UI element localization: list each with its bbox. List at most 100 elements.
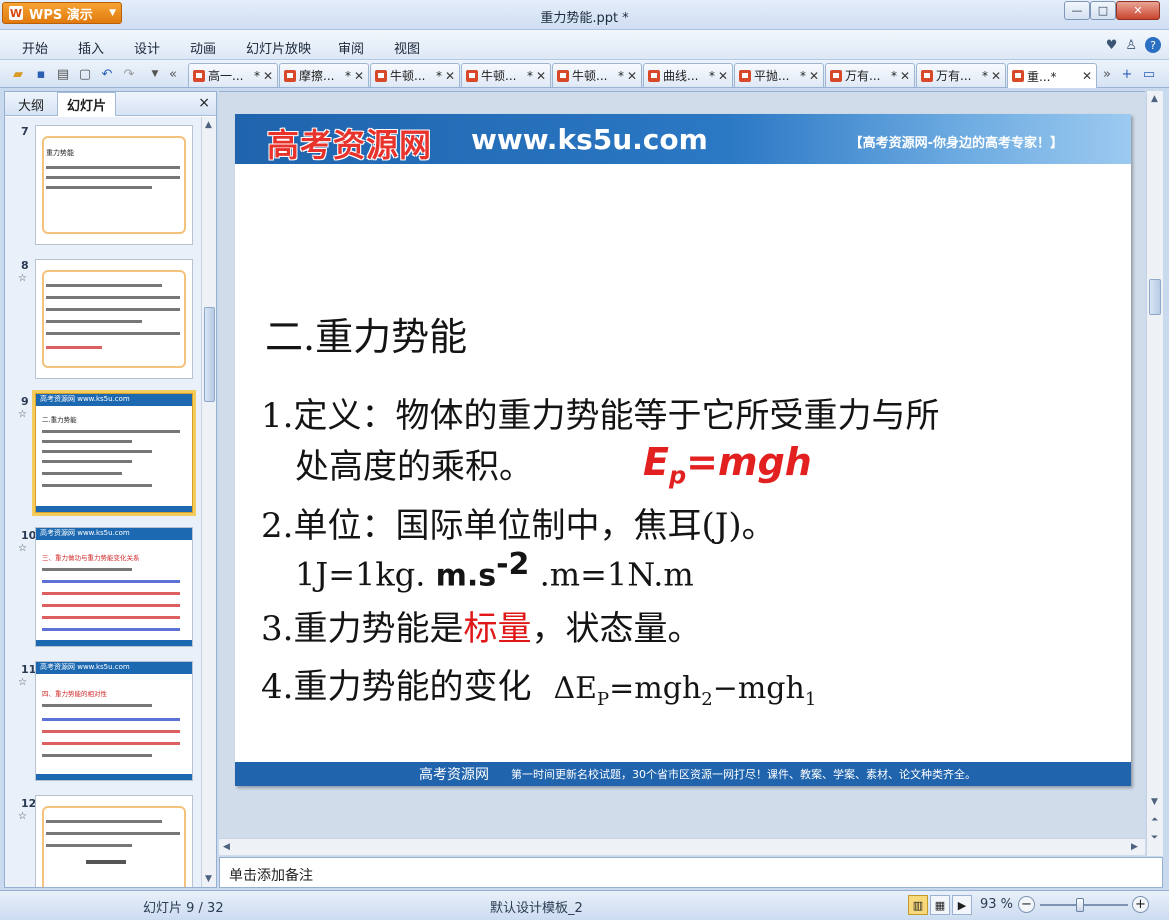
redo-icon[interactable]: ↷ <box>120 65 138 83</box>
doc-tab[interactable]: 摩擦... * ✕ <box>279 63 369 87</box>
slide-thumbnail[interactable] <box>35 259 193 379</box>
zoom-out-button[interactable]: − <box>1018 896 1035 913</box>
normal-view-icon[interactable]: ▥ <box>908 895 928 915</box>
slide-sorter-view-icon[interactable]: ▦ <box>930 895 950 915</box>
doc-tab[interactable]: 曲线... * ✕ <box>643 63 733 87</box>
close-tab-icon[interactable]: ✕ <box>536 69 546 83</box>
skin-icon[interactable]: ♥ <box>1106 37 1118 53</box>
tab-outline[interactable]: 大纲 <box>9 92 53 116</box>
mgh-part: =mgh <box>609 671 702 706</box>
slide-thumbnail[interactable]: 高考资源网 www.ks5u.com 三、重力做功与重力势能变化关系 <box>35 527 193 647</box>
new-tab-icon[interactable]: + <box>1118 65 1136 83</box>
close-tab-icon[interactable]: ✕ <box>1082 69 1092 83</box>
slide-canvas[interactable]: 高考资源网 www.ks5u.com 【高考资源网-你身边的高考专家！】 二.重… <box>235 114 1131 786</box>
slide-heading[interactable]: 二.重力势能 <box>265 306 467 361</box>
thumb-text-line <box>46 186 152 189</box>
scroll-left-icon[interactable]: ◀ <box>223 842 230 852</box>
scalar-line[interactable]: 3.重力势能是标量，状态量。 <box>261 601 701 650</box>
doc-tab[interactable]: 平抛... * ✕ <box>734 63 824 87</box>
menu-slideshow[interactable]: 幻灯片放映 <box>246 38 311 57</box>
menu-view[interactable]: 视图 <box>394 38 420 57</box>
close-window-button[interactable]: ✕ <box>1116 1 1160 20</box>
scroll-down-icon[interactable]: ▼ <box>1151 797 1158 807</box>
previous-slide-icon[interactable]: ⏶ <box>1151 815 1158 825</box>
scroll-up-icon[interactable]: ▲ <box>205 120 212 130</box>
unit-line-2[interactable]: 1J=1kg. m.s-2 .m=1N.m <box>295 547 694 594</box>
scroll-thumb[interactable] <box>204 307 215 402</box>
slide-thumbnail[interactable]: 高考资源网 www.ks5u.com 四、重力势能的相对性 <box>35 661 193 781</box>
undo-icon[interactable]: ↶ <box>98 65 116 83</box>
scroll-thumb[interactable] <box>1149 279 1161 315</box>
close-tab-icon[interactable]: ✕ <box>445 69 455 83</box>
ppt-file-icon <box>921 69 933 82</box>
doc-tab[interactable]: 万有... * ✕ <box>825 63 915 87</box>
status-bar: 幻灯片 9 / 32 默认设计模板_2 ▥ ▦ ▶ 93 % − + <box>0 890 1169 920</box>
doc-tab[interactable]: 牛顿... * ✕ <box>370 63 460 87</box>
formula-e: E <box>643 440 669 484</box>
tab-list-icon[interactable]: ▭ <box>1140 65 1158 83</box>
close-tab-icon[interactable]: ✕ <box>263 69 273 83</box>
zoom-slider-track[interactable] <box>1040 904 1128 906</box>
slide-thumbnail[interactable]: 重力势能 <box>35 125 193 245</box>
doc-tab[interactable]: 万有... * ✕ <box>916 63 1006 87</box>
print-icon[interactable]: ▤ <box>54 65 72 83</box>
slide-thumbnail-selected[interactable]: 高考资源网 www.ks5u.com 二.重力势能 <box>32 390 196 516</box>
tabs-scroll-right-icon[interactable]: » <box>1098 65 1116 83</box>
notes-pane[interactable]: 单击添加备注 <box>219 857 1163 888</box>
close-tab-icon[interactable]: ✕ <box>627 69 637 83</box>
pane-scrollbar[interactable]: ▲ ▼ <box>201 117 216 887</box>
thumb-footer <box>36 774 192 780</box>
scroll-down-icon[interactable]: ▼ <box>205 874 212 884</box>
tabs-scroll-left-icon[interactable]: « <box>164 65 182 83</box>
close-tab-icon[interactable]: ✕ <box>809 69 819 83</box>
menu-home[interactable]: 开始 <box>22 38 48 57</box>
shirt-icon[interactable]: ♙ <box>1125 37 1137 53</box>
definition-line-1[interactable]: 1.定义：物体的重力势能等于它所受重力与所 <box>261 388 939 437</box>
close-tab-icon[interactable]: ✕ <box>354 69 364 83</box>
menu-insert[interactable]: 插入 <box>78 38 104 57</box>
doc-tab[interactable]: 牛顿... * ✕ <box>461 63 551 87</box>
editor-horizontal-scrollbar[interactable]: ◀ ▶ <box>219 838 1145 855</box>
close-tab-icon[interactable]: ✕ <box>718 69 728 83</box>
save-icon[interactable]: ▪ <box>32 65 50 83</box>
customize-toolbar-icon[interactable]: ▼ <box>146 65 164 83</box>
thumb-text-line <box>46 284 162 287</box>
tab-slides[interactable]: 幻灯片 <box>57 92 117 116</box>
thumb-text-line <box>42 440 132 443</box>
definition-line-2[interactable]: 处高度的乘积。 <box>295 439 533 488</box>
menu-design[interactable]: 设计 <box>134 38 160 57</box>
doc-tab[interactable]: 牛顿... * ✕ <box>552 63 642 87</box>
print-preview-icon[interactable]: ▢ <box>76 65 94 83</box>
open-folder-icon[interactable]: ▰ <box>9 65 27 83</box>
thumb-text-line <box>42 460 132 463</box>
minimize-button[interactable]: — <box>1064 1 1090 20</box>
change-line[interactable]: 4.重力势能的变化 ΔEP=mgh2−mgh1 <box>261 659 816 710</box>
close-tab-icon[interactable]: ✕ <box>900 69 910 83</box>
zoom-slider-thumb[interactable] <box>1075 898 1084 912</box>
menu-right-tools: ♥ ♙ ? <box>1106 37 1161 53</box>
ppt-file-icon <box>648 69 660 82</box>
next-slide-icon[interactable]: ⏷ <box>1151 833 1158 843</box>
zoom-in-button[interactable]: + <box>1132 896 1149 913</box>
toolbar: ▰ ▪ ▤ ▢ ↶ ↷ ▼ « 高一... * ✕ 摩擦... * ✕ 牛顿..… <box>0 60 1169 88</box>
menu-animation[interactable]: 动画 <box>190 38 216 57</box>
slideshow-view-icon[interactable]: ▶ <box>952 895 972 915</box>
maximize-button[interactable]: □ <box>1090 1 1116 20</box>
scroll-right-icon[interactable]: ▶ <box>1131 842 1138 852</box>
editor-vertical-scrollbar[interactable]: ▲ ▼ ⏶ ⏷ <box>1146 91 1163 856</box>
thumb-header: 高考资源网 www.ks5u.com <box>36 662 192 674</box>
notes-placeholder[interactable]: 单击添加备注 <box>229 865 313 885</box>
thumb-footer <box>36 640 192 646</box>
scroll-up-icon[interactable]: ▲ <box>1151 94 1158 104</box>
potential-energy-formula[interactable]: Ep=mgh <box>643 440 812 490</box>
slide-thumbnail[interactable] <box>35 795 193 887</box>
menu-review[interactable]: 审阅 <box>338 38 364 57</box>
doc-tab-active[interactable]: 重...* ✕ <box>1007 63 1097 88</box>
close-tab-icon[interactable]: ✕ <box>991 69 1001 83</box>
thumb-title: 重力势能 <box>46 149 74 157</box>
close-pane-icon[interactable]: × <box>198 95 210 111</box>
doc-tab[interactable]: 高一... * ✕ <box>188 63 278 87</box>
unit-line-1[interactable]: 2.单位：国际单位制中，焦耳(J)。 <box>261 498 776 547</box>
ppt-file-icon <box>739 69 751 82</box>
help-icon[interactable]: ? <box>1145 37 1161 53</box>
